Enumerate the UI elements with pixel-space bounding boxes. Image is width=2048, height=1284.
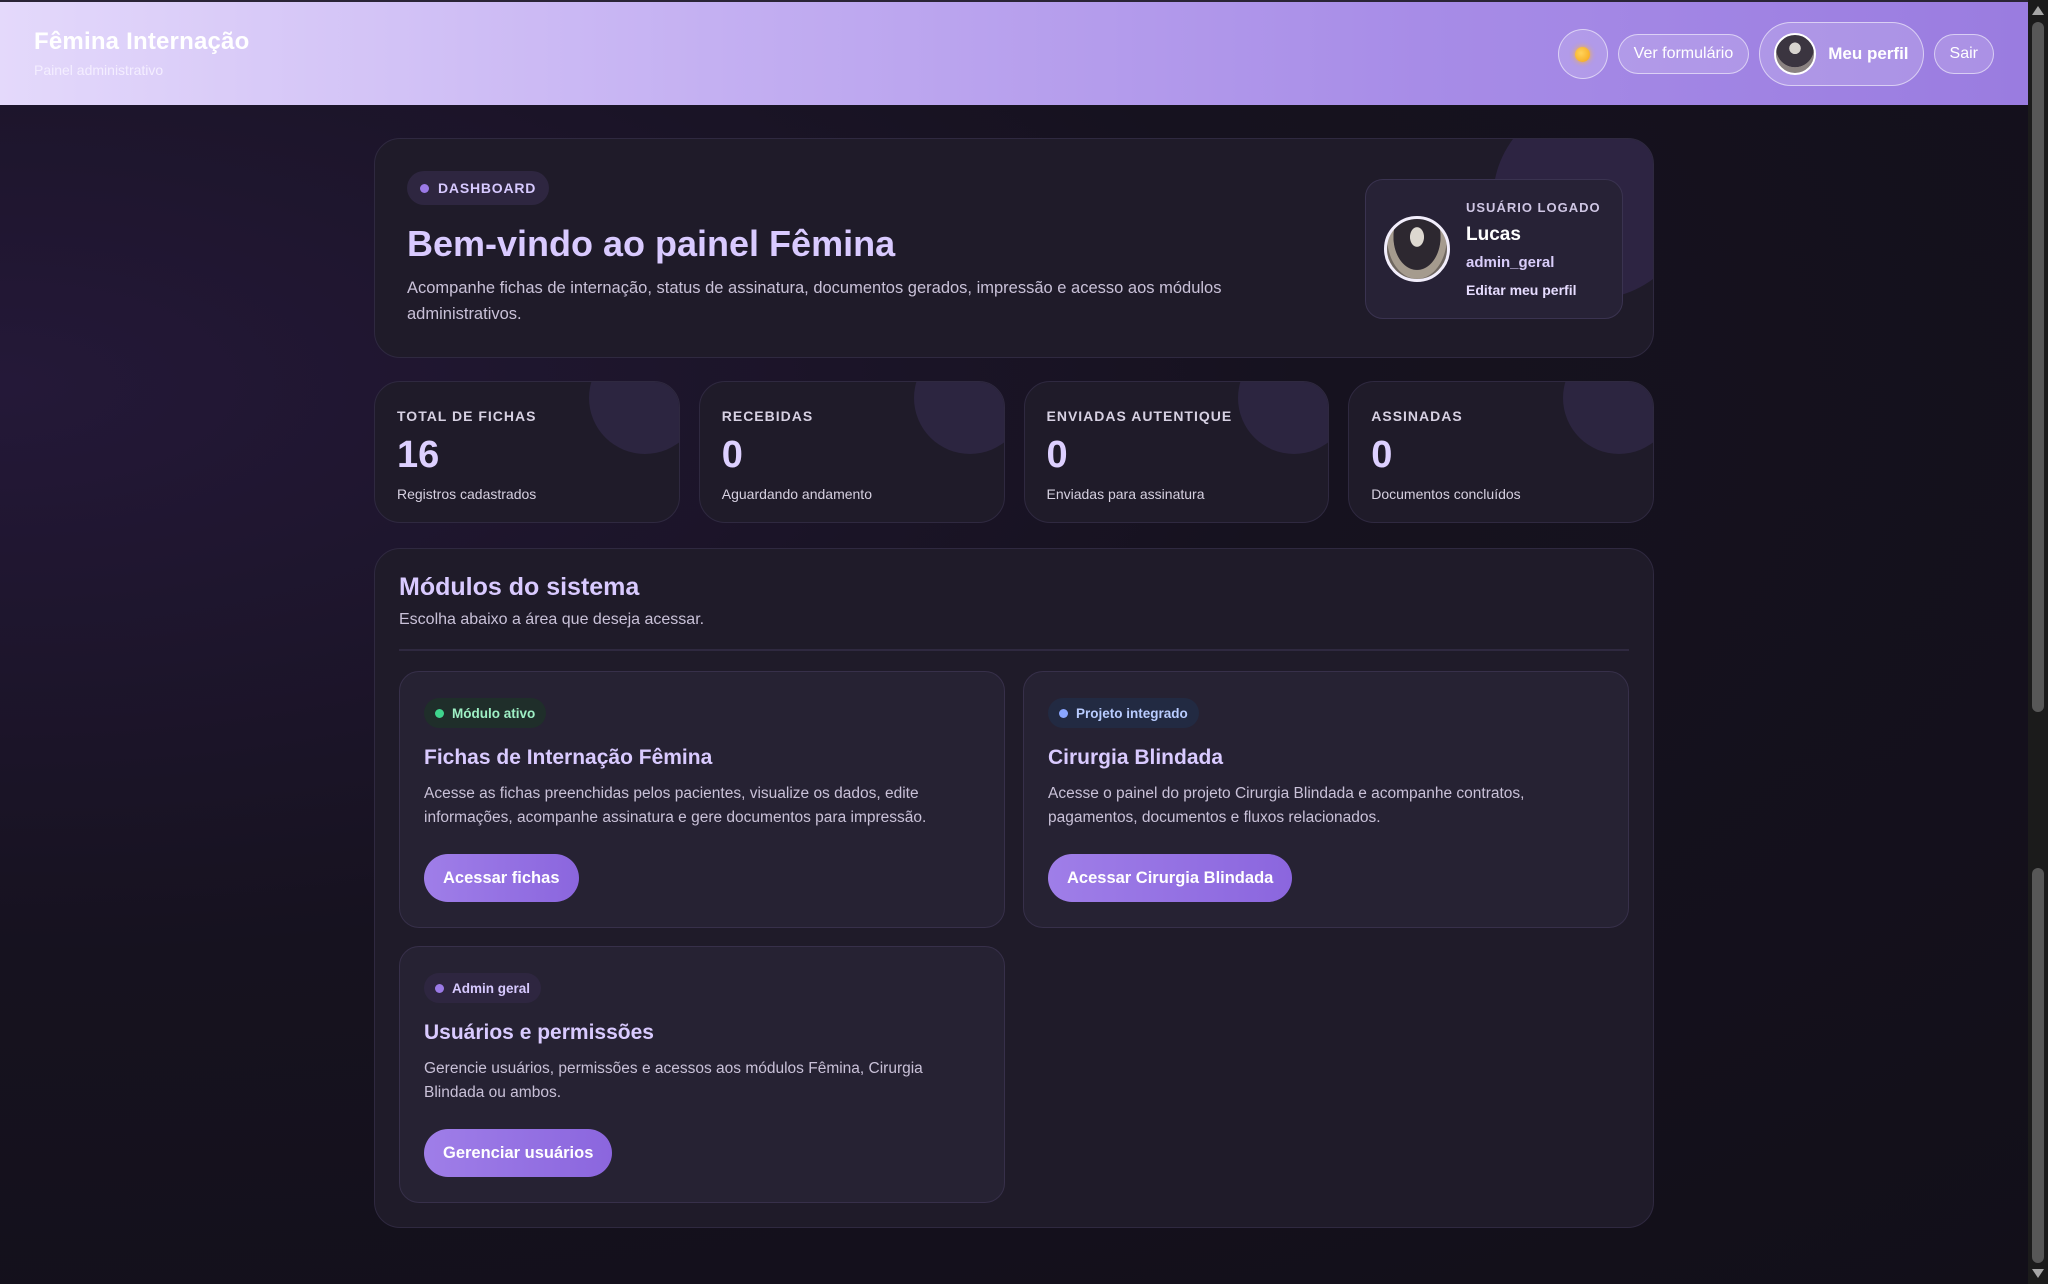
brand: Fêmina Internação Painel administrativo — [34, 28, 249, 78]
my-profile-label: Meu perfil — [1828, 44, 1909, 63]
logged-user-card: USUÁRIO LOGADO Lucas admin_geral Editar … — [1365, 179, 1623, 319]
dashboard-badge: DASHBOARD — [407, 171, 550, 205]
stat-value: 0 — [1371, 434, 1393, 476]
stat-label: TOTAL DE FICHAS — [397, 408, 537, 424]
my-profile-button[interactable]: Meu perfil — [1759, 22, 1924, 86]
module-description: Acesse as fichas preenchidas pelos pacie… — [424, 785, 927, 826]
stat-note: Registros cadastrados — [397, 486, 537, 502]
top-header: Fêmina Internação Painel administrativo … — [0, 0, 2028, 105]
stat-note: Aguardando andamento — [721, 486, 872, 502]
header-nav: Ver formulário Meu perfil Sair — [1557, 22, 1994, 86]
decorative-circle — [1563, 382, 1654, 454]
dot-icon — [435, 983, 444, 993]
status-badge: Módulo ativo — [424, 698, 547, 728]
avatar — [1774, 33, 1817, 75]
module-title: Fichas de Internação Fêmina — [424, 746, 713, 769]
divider — [399, 649, 1629, 651]
stat-card-signed: ASSINADAS 0 Documentos concluídos — [1348, 381, 1654, 523]
dot-icon — [420, 183, 429, 193]
module-title: Cirurgia Blindada — [1048, 746, 1224, 769]
stat-card-received: RECEBIDAS 0 Aguardando andamento — [698, 381, 1005, 523]
page-description: Acompanhe fichas de internação, status d… — [407, 279, 1222, 323]
scroll-down-arrow-icon[interactable] — [2032, 1269, 2044, 1278]
stat-card-total: TOTAL DE FICHAS 16 Registros cadastrados — [374, 381, 680, 523]
stat-label: ENVIADAS AUTENTIQUE — [1046, 408, 1233, 424]
access-fichas-button[interactable]: Acessar fichas — [424, 854, 579, 902]
stat-card-sent: ENVIADAS AUTENTIQUE 0 Enviadas para assi… — [1023, 381, 1330, 523]
app-subtitle: Painel administrativo — [34, 62, 164, 78]
scrollbar-thumb[interactable] — [2032, 22, 2044, 712]
modules-subtitle: Escolha abaixo a área que deseja acessar… — [399, 611, 705, 628]
dot-icon — [1059, 708, 1068, 718]
welcome-card: DASHBOARD Bem-vindo ao painel Fêmina Aco… — [374, 138, 1654, 358]
module-title: Usuários e permissões — [424, 1021, 654, 1044]
decorative-circle — [1238, 382, 1329, 454]
page-scrollbar[interactable] — [2028, 0, 2048, 1284]
module-description: Acesse o painel do projeto Cirurgia Blin… — [1048, 785, 1525, 826]
module-card-fichas: Módulo ativo Fichas de Internação Fêmina… — [399, 671, 1005, 928]
decorative-circle — [913, 382, 1004, 454]
access-cirurgia-blindada-button[interactable]: Acessar Cirurgia Blindada — [1048, 854, 1293, 902]
logged-user-label: USUÁRIO LOGADO — [1466, 200, 1601, 215]
status-badge: Admin geral — [424, 973, 542, 1003]
manage-users-button[interactable]: Gerenciar usuários — [424, 1129, 613, 1177]
stat-value: 0 — [721, 434, 743, 476]
logout-button[interactable]: Sair — [1933, 34, 1994, 74]
module-card-cirurgia-blindada: Projeto integrado Cirurgia Blindada Aces… — [1023, 671, 1629, 928]
status-badge-label: Módulo ativo — [452, 705, 536, 721]
status-badge-label: Projeto integrado — [1076, 705, 1188, 721]
user-avatar — [1384, 216, 1450, 282]
dot-icon — [435, 708, 444, 718]
page-title: Bem-vindo ao painel Fêmina — [407, 223, 896, 264]
dashboard-badge-label: DASHBOARD — [438, 180, 537, 196]
scroll-up-arrow-icon[interactable] — [2032, 6, 2044, 15]
status-badge: Projeto integrado — [1048, 698, 1199, 728]
sun-icon — [1575, 46, 1591, 62]
module-card-users: Admin geral Usuários e permissões Gerenc… — [399, 946, 1005, 1203]
stat-note: Enviadas para assinatura — [1046, 486, 1205, 502]
main-content: DASHBOARD Bem-vindo ao painel Fêmina Aco… — [374, 138, 1654, 1228]
decorative-circle — [588, 382, 679, 454]
scrollbar-thumb[interactable] — [2032, 868, 2044, 1263]
status-badge-label: Admin geral — [452, 980, 531, 996]
modules-title: Módulos do sistema — [399, 573, 640, 601]
user-role: admin_geral — [1466, 254, 1555, 271]
user-name: Lucas — [1466, 224, 1521, 245]
app-title: Fêmina Internação — [34, 28, 250, 55]
theme-toggle-button[interactable] — [1557, 29, 1608, 79]
stat-value: 0 — [1046, 434, 1068, 476]
stat-value: 16 — [397, 434, 440, 476]
stat-label: ASSINADAS — [1371, 408, 1463, 424]
stats-row: TOTAL DE FICHAS 16 Registros cadastrados… — [374, 381, 1654, 523]
modules-section: Módulos do sistema Escolha abaixo a área… — [374, 548, 1654, 1228]
edit-profile-link[interactable]: Editar meu perfil — [1466, 282, 1576, 298]
stat-note: Documentos concluídos — [1371, 486, 1521, 502]
view-form-button[interactable]: Ver formulário — [1617, 34, 1750, 74]
module-description: Gerencie usuários, permissões e acessos … — [424, 1060, 923, 1101]
stat-label: RECEBIDAS — [721, 408, 814, 424]
